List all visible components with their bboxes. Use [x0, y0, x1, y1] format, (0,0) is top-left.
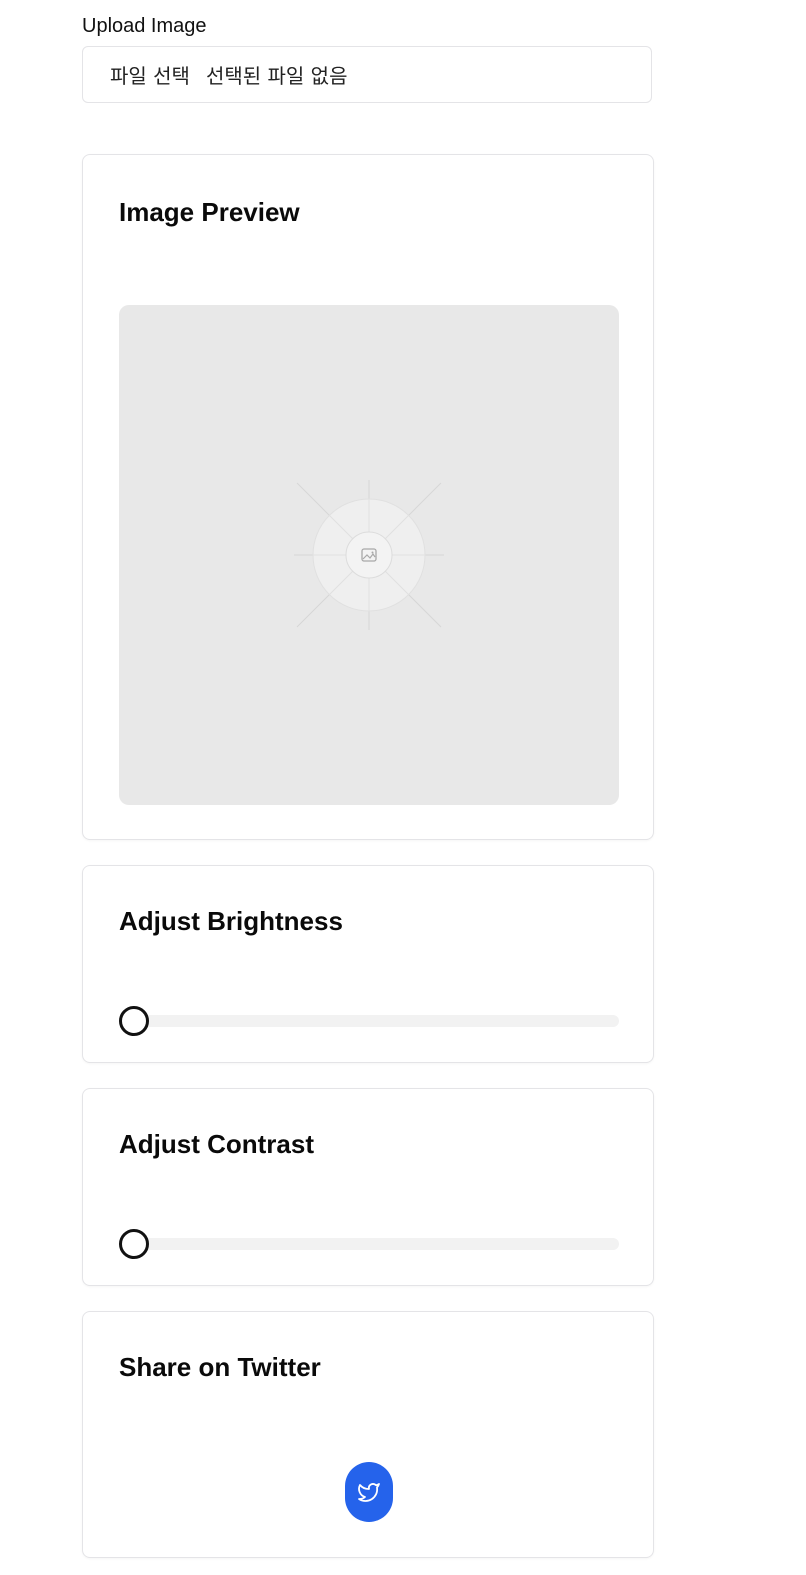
contrast-card: Adjust Contrast: [82, 1088, 654, 1286]
brightness-card: Adjust Brightness: [82, 865, 654, 1063]
share-twitter-title: Share on Twitter: [119, 1352, 321, 1382]
contrast-title: Adjust Contrast: [119, 1129, 314, 1159]
file-status-text: 선택된 파일 없음: [205, 64, 348, 88]
upload-image-label: Upload Image: [82, 15, 207, 37]
image-placeholder-icon: [294, 480, 444, 630]
twitter-icon: [358, 1483, 380, 1502]
share-twitter-button[interactable]: [345, 1462, 393, 1522]
brightness-slider[interactable]: [119, 1006, 619, 1036]
page: Upload Image 파일 선택 선택된 파일 없음 Image Previ…: [0, 0, 806, 1575]
file-input[interactable]: 파일 선택 선택된 파일 없음: [82, 46, 652, 103]
image-preview-card: Image Preview: [82, 154, 654, 840]
contrast-slider-thumb[interactable]: [119, 1229, 149, 1259]
brightness-title: Adjust Brightness: [119, 906, 343, 936]
contrast-slider[interactable]: [119, 1229, 619, 1259]
contrast-slider-track[interactable]: [119, 1238, 619, 1250]
image-preview-title: Image Preview: [119, 197, 300, 227]
brightness-slider-thumb[interactable]: [119, 1006, 149, 1036]
share-twitter-card: Share on Twitter: [82, 1311, 654, 1558]
choose-file-button[interactable]: 파일 선택: [110, 60, 190, 89]
image-preview-area: [119, 305, 619, 805]
brightness-slider-track[interactable]: [119, 1015, 619, 1027]
